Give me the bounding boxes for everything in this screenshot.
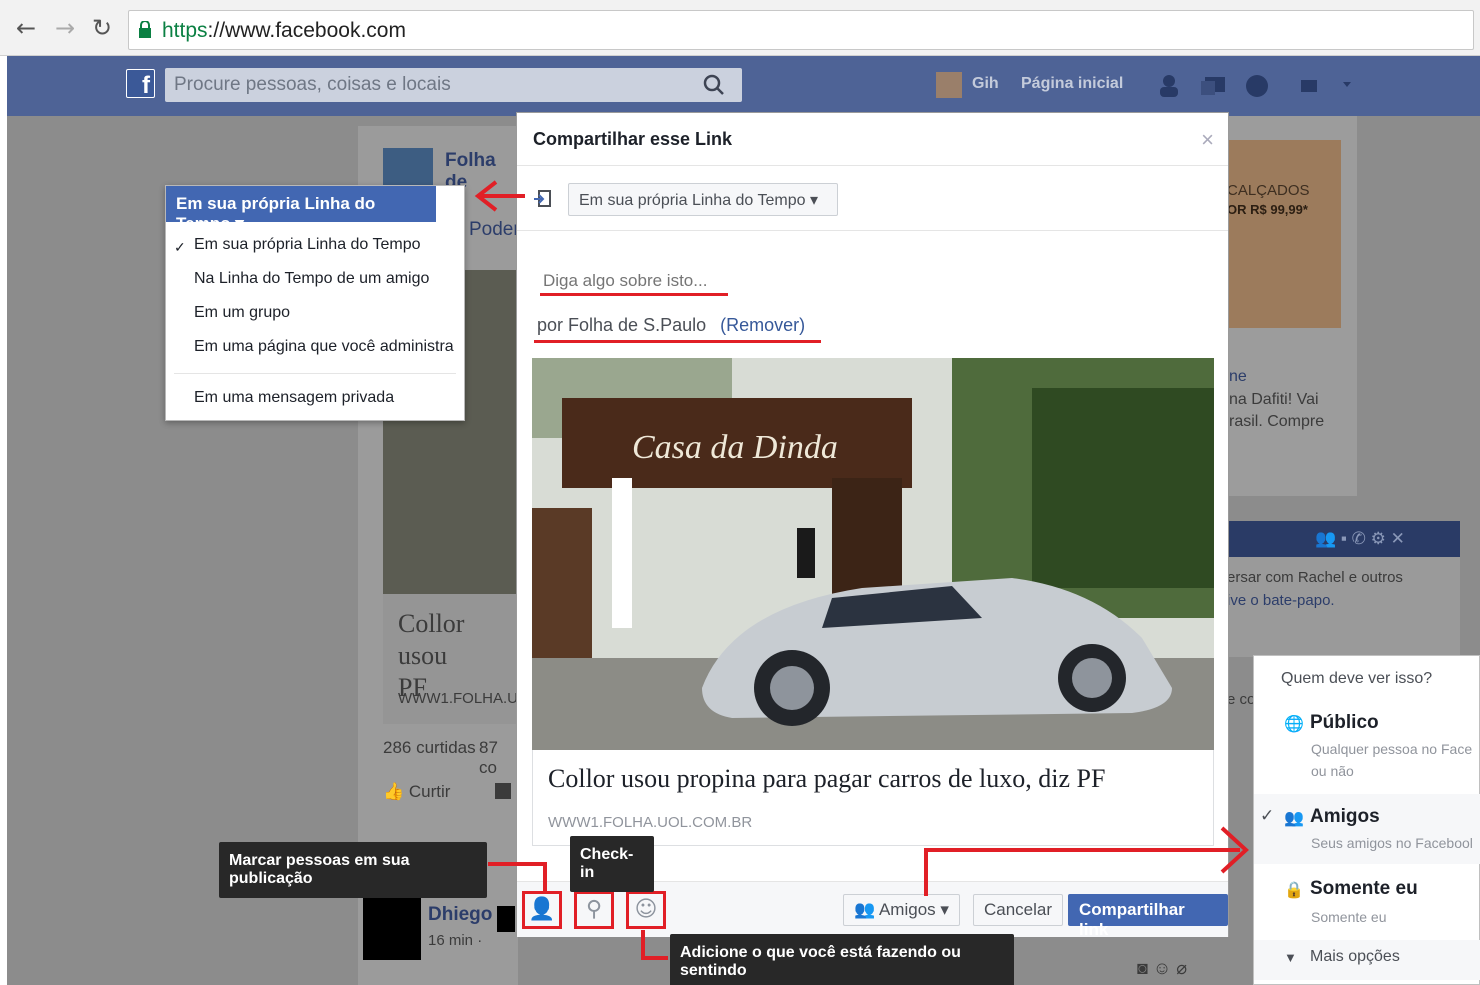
annotation-arrows (474, 180, 1249, 960)
